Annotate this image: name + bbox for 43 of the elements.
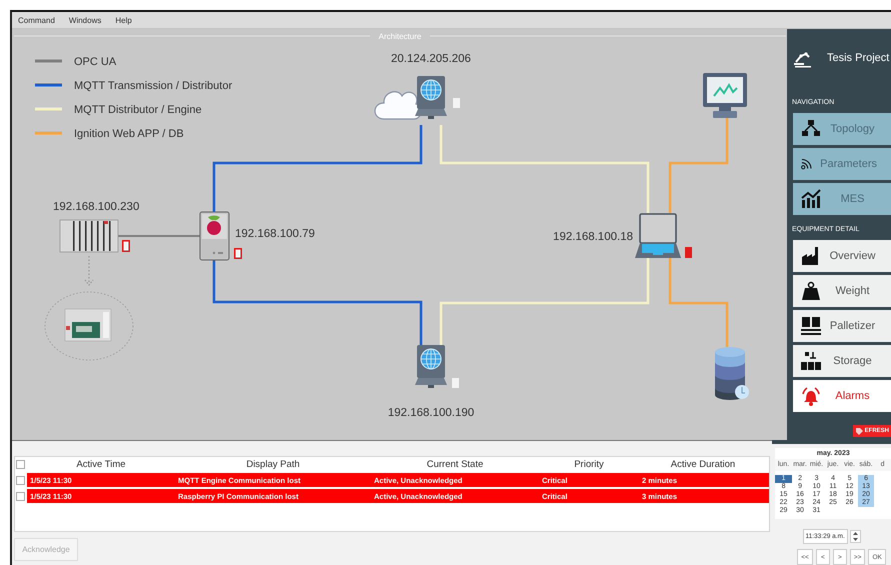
menu-item[interactable]: Command <box>18 16 55 24</box>
column-header[interactable]: Active Duration <box>639 458 767 470</box>
cloud-icon <box>374 91 422 120</box>
legend-label: MQTT Distributor / Engine <box>74 104 202 116</box>
checkbox[interactable] <box>16 476 25 484</box>
spinner-icon[interactable] <box>850 530 861 543</box>
globe-computer-icon <box>415 345 447 388</box>
tag-icon <box>854 426 864 436</box>
weight-icon <box>800 280 822 302</box>
app-title: Tesis Project <box>827 52 890 64</box>
checkbox[interactable] <box>16 460 25 468</box>
ip-address-label: 192.168.100.18 <box>553 231 633 243</box>
nav-button[interactable]: Weight <box>793 275 891 307</box>
globe-computer-icon <box>415 76 447 119</box>
plc-rack-icon <box>60 220 118 252</box>
nav-button[interactable]: Overview <box>793 240 891 272</box>
ip-address-label: 20.124.205.206 <box>391 53 471 65</box>
nav-button[interactable]: Alarms <box>793 380 891 412</box>
nav-button[interactable]: Storage <box>793 345 891 377</box>
machine-icon <box>64 308 112 342</box>
chart-icon <box>800 188 822 210</box>
checkbox[interactable] <box>16 492 25 500</box>
laptop-icon <box>635 213 681 258</box>
monitor-chart-icon <box>703 73 747 118</box>
menu-item[interactable]: Help <box>115 16 132 24</box>
boxes-icon <box>800 315 822 337</box>
menu-item[interactable]: Windows <box>68 16 102 24</box>
database-clock-icon <box>715 347 749 400</box>
column-header[interactable]: Current State <box>371 458 539 470</box>
ip-address-label: 192.168.100.230 <box>53 201 140 213</box>
alarm-bell-icon <box>800 385 822 407</box>
legend-label: OPC UA <box>74 56 116 68</box>
column-header[interactable]: Display Path <box>175 458 371 470</box>
dotted-arrow <box>84 256 94 286</box>
raspberry-device-icon <box>200 212 230 260</box>
storage-icon <box>800 350 822 372</box>
ip-address-label: 192.168.100.190 <box>388 407 474 419</box>
column-header[interactable]: Active Time <box>27 458 175 470</box>
column-header[interactable]: Priority <box>539 458 639 470</box>
legend-label: MQTT Transmission / Distributor <box>74 80 232 92</box>
ip-address-label: 192.168.100.79 <box>235 228 315 240</box>
nav-button[interactable]: Palletizer <box>793 310 891 342</box>
legend-label: Ignition Web APP / DB <box>74 128 184 140</box>
